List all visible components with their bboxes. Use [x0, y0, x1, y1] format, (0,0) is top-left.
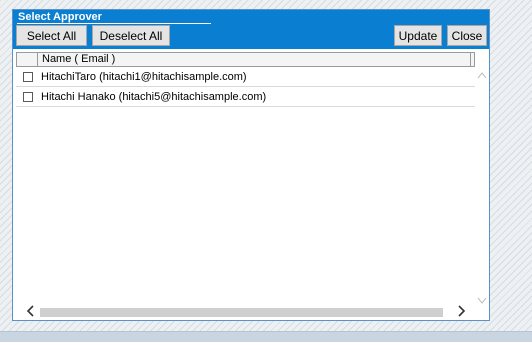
- column-resize-handle[interactable]: [470, 53, 474, 66]
- approver-label: Hitachi Hanako (hitachi5@hitachisample.c…: [41, 91, 267, 103]
- select-all-button[interactable]: Select All: [16, 25, 87, 46]
- row-checkbox[interactable]: [23, 72, 33, 82]
- table-row[interactable]: HitachiTaro (hitachi1@hitachisample.com): [16, 67, 475, 87]
- horizontal-scroll-thumb[interactable]: [40, 308, 443, 317]
- chevron-right-icon[interactable]: [458, 304, 466, 320]
- deselect-all-button[interactable]: Deselect All: [92, 25, 170, 46]
- chevron-down-icon[interactable]: [477, 297, 487, 308]
- vertical-scrollbar[interactable]: [476, 67, 488, 312]
- update-button[interactable]: Update: [394, 25, 442, 46]
- table-header: Name ( Email ): [16, 52, 475, 67]
- horizontal-scrollbar[interactable]: [16, 305, 475, 319]
- close-button[interactable]: Close: [447, 25, 487, 46]
- chevron-up-icon[interactable]: [477, 71, 487, 82]
- approver-label: HitachiTaro (hitachi1@hitachisample.com): [41, 71, 247, 83]
- bottom-frame-bar: [0, 331, 532, 342]
- dialog-title: Select Approver: [18, 11, 102, 23]
- dialog-header: Select Approver Select All Deselect All …: [13, 10, 489, 49]
- table-row[interactable]: Hitachi Hanako (hitachi5@hitachisample.c…: [16, 87, 475, 107]
- chevron-left-icon[interactable]: [26, 304, 34, 320]
- title-underline: [17, 23, 211, 24]
- header-checkbox-column: [17, 53, 38, 66]
- select-approver-dialog: Select Approver Select All Deselect All …: [12, 9, 490, 321]
- approver-grid: Name ( Email ) HitachiTaro (hitachi1@hit…: [13, 49, 489, 320]
- row-checkbox[interactable]: [23, 92, 33, 102]
- column-header-name-email[interactable]: Name ( Email ): [42, 53, 115, 66]
